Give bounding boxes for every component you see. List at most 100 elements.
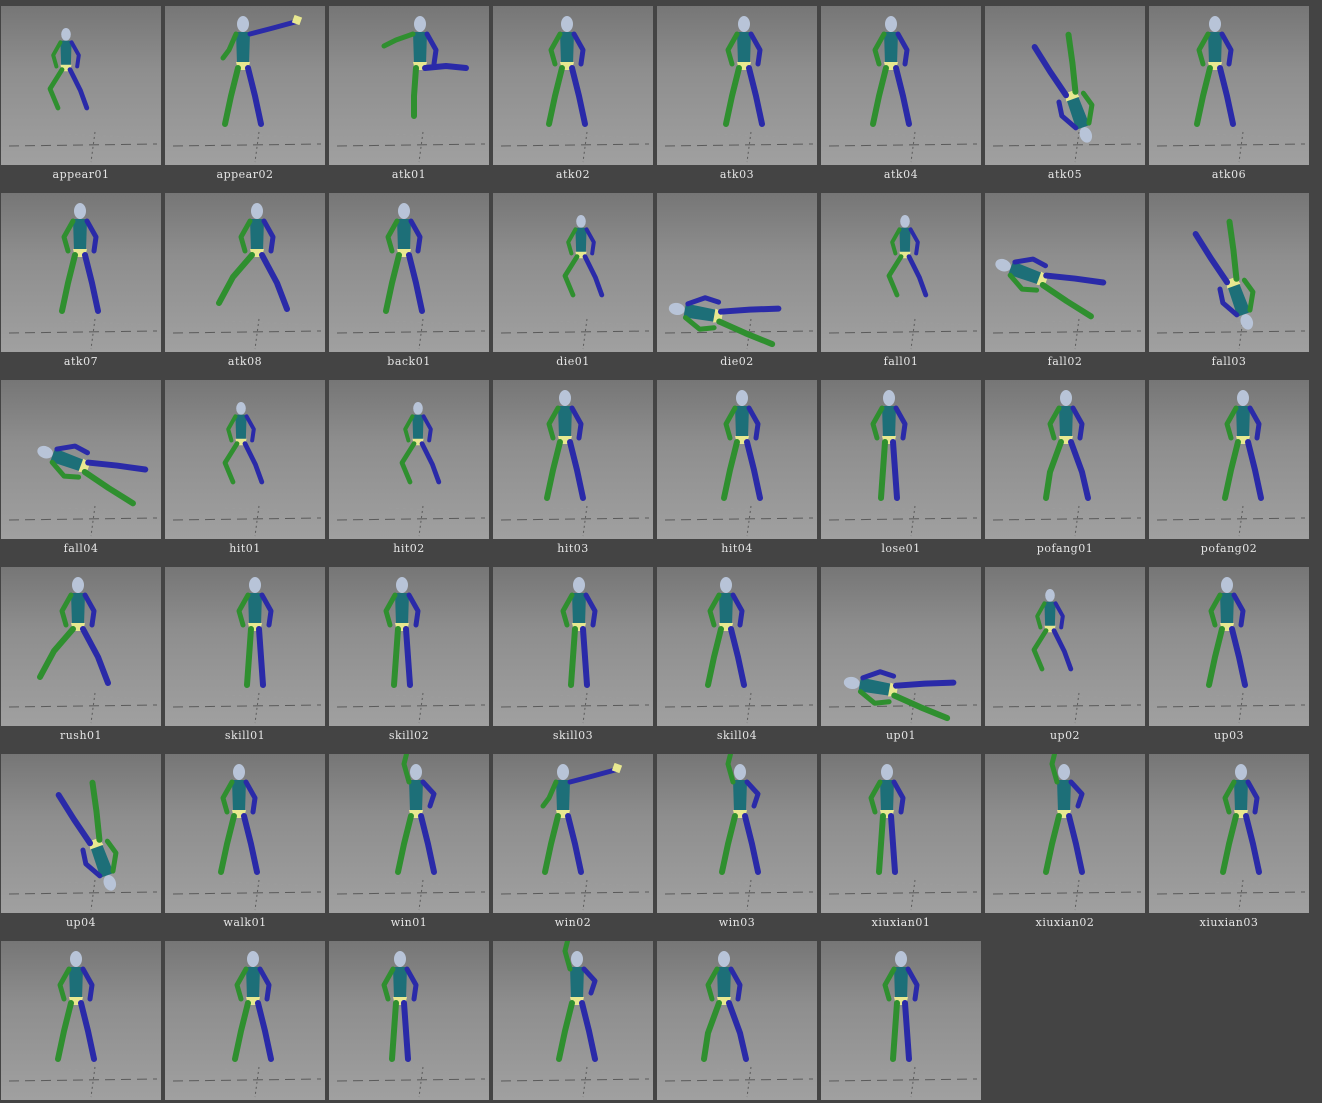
animation-thumbnail[interactable]: fall04	[1, 380, 161, 567]
character-figure	[59, 203, 101, 314]
animation-thumbnail[interactable]: up02	[985, 567, 1145, 754]
animation-thumbnail[interactable]: lose01	[821, 380, 981, 567]
ground-grid	[500, 505, 650, 537]
character-figure	[1194, 16, 1236, 127]
animation-thumbnail[interactable]: pofang01	[985, 380, 1145, 567]
animation-thumbnail[interactable]: atk06	[1149, 6, 1309, 193]
animation-thumbnail[interactable]: fall02	[985, 193, 1145, 380]
animation-thumbnail[interactable]: xiuxian02	[985, 754, 1145, 941]
animation-name-label: up04	[65, 916, 97, 929]
thumbnail-render	[172, 203, 322, 350]
thumbnail-viewport	[493, 193, 653, 352]
animation-thumbnail[interactable]: appear02	[165, 6, 325, 193]
thumbnail-viewport	[165, 6, 325, 165]
thumbnail-viewport	[165, 754, 325, 913]
animation-name-label: skill02	[388, 729, 430, 742]
animation-thumbnail[interactable]	[821, 941, 981, 1103]
ground-grid	[992, 131, 1142, 163]
animation-thumbnail[interactable]	[1, 941, 161, 1103]
animation-thumbnail[interactable]: atk02	[493, 6, 653, 193]
animation-thumbnail[interactable]	[165, 941, 325, 1103]
animation-thumbnail[interactable]: skill01	[165, 567, 325, 754]
thumbnail-render	[992, 589, 1142, 724]
character-figure	[216, 203, 290, 312]
thumbnail-viewport	[493, 380, 653, 539]
animation-name-label: fall02	[1047, 355, 1083, 368]
animation-thumbnail[interactable]: pofang02	[1149, 380, 1309, 567]
animation-thumbnail[interactable]: skill04	[657, 567, 817, 754]
animation-thumbnail[interactable]: atk05	[985, 6, 1145, 193]
character-figure	[1031, 31, 1095, 143]
ground-grid	[336, 1066, 486, 1098]
character-figure	[395, 754, 437, 875]
thumbnail-render	[500, 577, 650, 724]
animation-name-label: xiuxian03	[1199, 916, 1259, 929]
thumbnail-viewport	[985, 193, 1145, 352]
thumbnail-viewport	[657, 193, 817, 352]
animation-thumbnail[interactable]: die01	[493, 193, 653, 380]
animation-thumbnail[interactable]: hit01	[165, 380, 325, 567]
animation-name-label: pofang02	[1200, 542, 1258, 555]
animation-thumbnail[interactable]	[493, 941, 653, 1103]
character-figure	[55, 779, 119, 891]
character-figure	[232, 951, 274, 1062]
character-figure	[721, 390, 763, 501]
animation-thumbnail[interactable]: up03	[1149, 567, 1309, 754]
animation-thumbnail[interactable]: atk07	[1, 193, 161, 380]
animation-thumbnail[interactable]: skill02	[329, 567, 489, 754]
animation-name-label: atk04	[883, 168, 919, 181]
animation-thumbnail[interactable]: atk03	[657, 6, 817, 193]
thumbnail-render	[8, 28, 158, 163]
animation-name-label: atk06	[1211, 168, 1247, 181]
animation-thumbnail[interactable]: skill03	[493, 567, 653, 754]
thumbnail-viewport	[329, 567, 489, 726]
thumbnail-viewport	[1, 6, 161, 165]
thumbnail-render	[8, 203, 158, 350]
thumbnail-render	[1156, 390, 1306, 537]
thumbnail-viewport	[821, 941, 981, 1100]
thumbnail-render	[8, 577, 158, 724]
animation-thumbnail[interactable]: fall03	[1149, 193, 1309, 380]
animation-thumbnail[interactable]: up04	[1, 754, 161, 941]
animation-thumbnail[interactable]: atk01	[329, 6, 489, 193]
ground-grid	[8, 131, 158, 163]
character-figure	[1220, 764, 1262, 875]
animation-thumbnail[interactable]	[329, 941, 489, 1103]
character-figure	[705, 577, 747, 688]
animation-thumbnail[interactable]: rush01	[1, 567, 161, 754]
character-figure	[868, 764, 906, 875]
animation-thumbnail[interactable]: appear01	[1, 6, 161, 193]
animation-thumbnail[interactable]: die02	[657, 193, 817, 380]
animation-thumbnail[interactable]: walk01	[165, 754, 325, 941]
thumbnail-viewport	[1, 567, 161, 726]
animation-thumbnail[interactable]: win02	[493, 754, 653, 941]
animation-thumbnail[interactable]: fall01	[821, 193, 981, 380]
character-figure	[55, 951, 97, 1062]
ground-grid	[500, 879, 650, 911]
animation-thumbnail[interactable]	[657, 941, 817, 1103]
character-figure	[719, 754, 761, 875]
thumbnail-render	[992, 256, 1142, 350]
animation-name-label: fall01	[883, 355, 919, 368]
character-figure	[1043, 390, 1091, 501]
character-figure	[546, 16, 588, 127]
animation-thumbnail[interactable]: xiuxian03	[1149, 754, 1309, 941]
animation-thumbnail[interactable]: xiuxian01	[821, 754, 981, 941]
animation-thumbnail[interactable]: hit02	[329, 380, 489, 567]
animation-thumbnail[interactable]: win03	[657, 754, 817, 941]
animation-thumbnail[interactable]: hit04	[657, 380, 817, 567]
ground-grid	[664, 131, 814, 163]
ground-grid	[336, 879, 486, 911]
thumbnail-viewport	[1149, 6, 1309, 165]
animation-thumbnail[interactable]: hit03	[493, 380, 653, 567]
animation-thumbnail[interactable]: atk04	[821, 6, 981, 193]
animation-thumbnail[interactable]: win01	[329, 754, 489, 941]
ground-grid	[172, 879, 322, 911]
ground-grid	[1156, 692, 1306, 724]
animation-thumbnail[interactable]: up01	[821, 567, 981, 754]
animation-thumbnail[interactable]: back01	[329, 193, 489, 380]
thumbnail-viewport	[1, 380, 161, 539]
animation-thumbnail[interactable]: atk08	[165, 193, 325, 380]
ground-grid	[828, 505, 978, 537]
ground-grid	[992, 692, 1142, 724]
